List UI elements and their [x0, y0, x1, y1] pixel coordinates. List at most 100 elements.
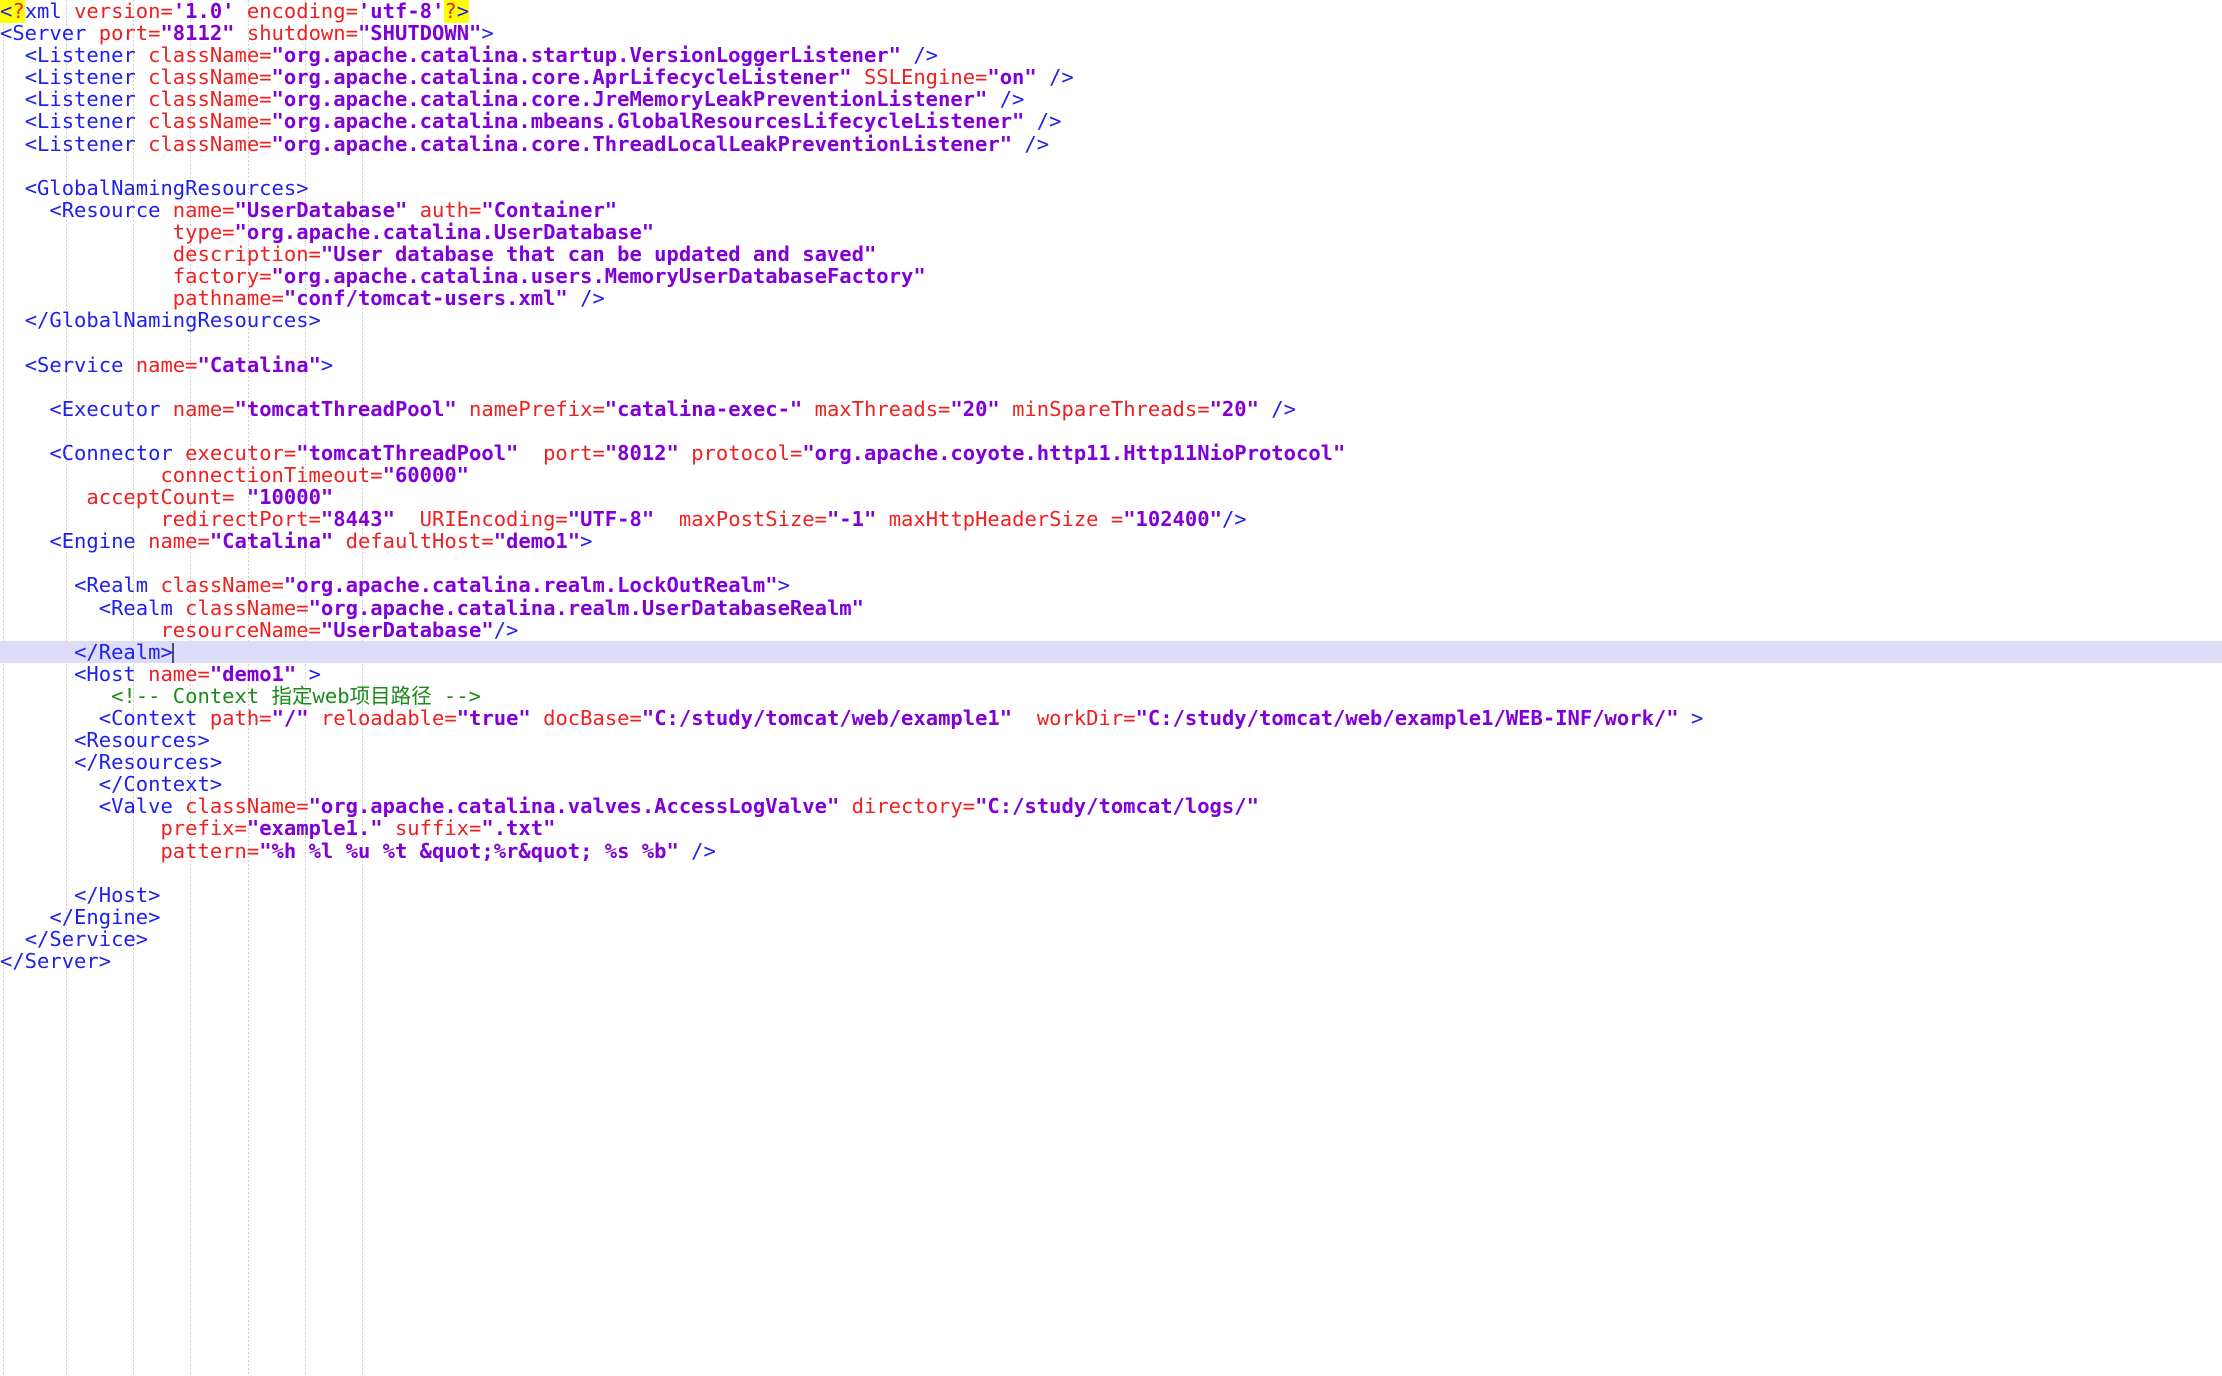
token-attr: name=	[148, 529, 210, 554]
token-tag: <Listener	[24, 87, 149, 112]
code-line[interactable]: </Service>	[0, 928, 2222, 950]
code-line[interactable]: <Realm className="org.apache.catalina.re…	[0, 595, 2222, 620]
code-line[interactable]: <Server port="8112" shutdown="SHUTDOWN">	[0, 22, 2222, 44]
token-attr: auth=	[419, 197, 482, 222]
code-line[interactable]: <Resource name="UserDatabase" auth="Cont…	[0, 199, 2222, 221]
token-val: ".txt"	[481, 816, 556, 841]
token-attr: reloadable=	[320, 706, 457, 730]
code-line[interactable]: <Listener className="org.apache.catalina…	[0, 66, 2222, 88]
token-tag: />	[900, 43, 939, 68]
code-line[interactable]: <Context path="/" reloadable="true" docB…	[0, 707, 2222, 729]
code-line[interactable]: </GlobalNamingResources>	[0, 309, 2222, 331]
token-tag: >	[580, 529, 593, 554]
token-tag: >	[481, 21, 494, 46]
code-line[interactable]	[0, 862, 2222, 884]
code-line[interactable]: type="org.apache.catalina.UserDatabase"	[0, 221, 2222, 243]
code-line[interactable]: </Resources>	[0, 751, 2222, 773]
code-line[interactable]: <Listener className="org.apache.catalina…	[0, 133, 2222, 155]
code-line[interactable]: </Realm>	[0, 641, 2222, 663]
code-line[interactable]: <Executor name="tomcatThreadPool" namePr…	[0, 398, 2222, 420]
code-line[interactable]	[0, 331, 2222, 353]
token-val: "UserDatabase"	[320, 617, 494, 642]
code-line[interactable]: </Engine>	[0, 906, 2222, 928]
code-line[interactable]: <Listener className="org.apache.catalina…	[0, 44, 2222, 66]
code-line[interactable]	[0, 420, 2222, 442]
code-line[interactable]: resourceName="UserDatabase"/>	[0, 619, 2222, 641]
code-line[interactable]: <Resources>	[0, 729, 2222, 751]
token-attr: resourceName=	[160, 617, 321, 642]
code-line[interactable]	[0, 155, 2222, 177]
code-line[interactable]: redirectPort="8443" URIEncoding="UTF-8" …	[0, 508, 2222, 530]
code-line[interactable]	[0, 376, 2222, 398]
code-line[interactable]: <Engine name="Catalina" defaultHost="dem…	[0, 530, 2222, 552]
code-line[interactable]: description="User database that can be u…	[0, 243, 2222, 265]
code-line[interactable]: </Server>	[0, 950, 2222, 972]
token-tag: </GlobalNamingResources>	[24, 308, 321, 333]
code-line[interactable]: prefix="example1." suffix=".txt"	[0, 817, 2222, 839]
token-tag: />	[1024, 109, 1062, 134]
token-attr: executor=	[185, 440, 297, 465]
token-attr: SSLEngine=	[863, 65, 988, 90]
token-tag: <Valve	[98, 794, 186, 819]
code-line[interactable]: factory="org.apache.catalina.users.Memor…	[0, 265, 2222, 287]
token-tag: />	[493, 617, 519, 642]
token-val: "8443"	[320, 507, 395, 532]
code-line[interactable]: <Listener className="org.apache.catalina…	[0, 110, 2222, 132]
token-tag: >	[1678, 706, 1704, 730]
code-line[interactable]: <Service name="Catalina">	[0, 352, 2222, 377]
code-line[interactable]	[0, 552, 2222, 574]
token-tag: </Context>	[98, 772, 223, 797]
code-line[interactable]: connectionTimeout="60000"	[0, 464, 2222, 486]
token-attr: version=	[74, 0, 173, 23]
code-line[interactable]: <?xml version='1.0' encoding='utf-8'?>	[0, 0, 2222, 23]
token-attr: path=	[209, 706, 272, 730]
code-line[interactable]: <Realm className="org.apache.catalina.re…	[0, 574, 2222, 596]
code-line[interactable]: <Connector executor="tomcatThreadPool" p…	[0, 442, 2222, 464]
token-val: "User database that can be updated and s…	[320, 242, 877, 267]
token-val: "demo1"	[493, 529, 581, 554]
code-line[interactable]: <Listener className="org.apache.catalina…	[0, 88, 2222, 110]
code-line[interactable]: </Context>	[0, 773, 2222, 795]
code-line[interactable]: <!-- Context 指定web项目路径 -->	[0, 685, 2222, 707]
token-attr: className=	[185, 595, 309, 620]
token-attr: className=	[148, 65, 272, 90]
code-line[interactable]: pathname="conf/tomcat-users.xml" />	[0, 287, 2222, 309]
token-attr: docBase=	[543, 706, 642, 730]
token-tag: <Listener	[24, 43, 149, 68]
token-tag: />	[1036, 65, 1074, 90]
code-editor-pane[interactable]: <?xml version='1.0' encoding='utf-8'?> <S…	[0, 0, 2222, 1376]
code-line[interactable]: pattern="%h %l %u %t &quot;%r&quot; %s %…	[0, 840, 2222, 862]
token-attr: className=	[160, 573, 284, 598]
token-tag: <Host	[74, 661, 149, 686]
code-line[interactable]: </Host>	[0, 884, 2222, 906]
code-line[interactable]: acceptCount= "10000"	[0, 486, 2222, 508]
code-content[interactable]: <?xml version='1.0' encoding='utf-8'?> <S…	[0, 0, 2222, 972]
token-attr: connectionTimeout=	[160, 462, 383, 487]
token-qmark: ?	[12, 0, 25, 23]
token-val: "conf/tomcat-users.xml"	[283, 286, 568, 311]
token-tag: <Server	[0, 21, 99, 46]
token-attr: prefix=	[160, 816, 247, 841]
code-line[interactable]: <Valve className="org.apache.catalina.va…	[0, 795, 2222, 817]
token-attr: className=	[148, 109, 272, 134]
token-tag: >	[320, 352, 334, 377]
token-tag: <	[0, 0, 13, 23]
code-line[interactable]: <Host name="demo1" >	[0, 663, 2222, 685]
code-line[interactable]: <GlobalNamingResources>	[0, 177, 2222, 199]
token-tag: />	[987, 87, 1025, 112]
token-tag: </Server>	[0, 949, 112, 974]
